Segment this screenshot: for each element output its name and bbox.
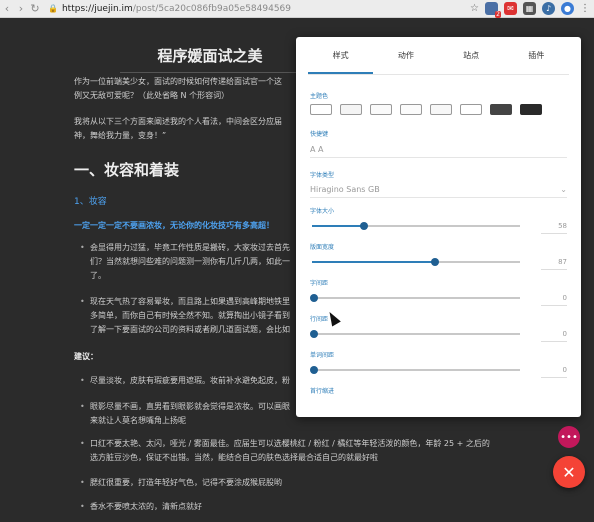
subsection-heading: 1、妆容 — [74, 197, 107, 207]
slider-track — [310, 294, 520, 302]
music-extension-icon[interactable]: ♪ — [542, 2, 555, 15]
indent-label: 首行缩进 — [310, 388, 335, 395]
font-size-label: 字体大小 — [310, 208, 335, 215]
list-item-line: 尽量淡妆，皮肤有瑕疵要用遮瑕。妆前补水避免起皮，粉 — [90, 376, 290, 385]
theme-swatch-black[interactable] — [520, 104, 542, 115]
list-item: 现在天气热了容易晕妆，而且路上如果遇到高峰期地铁里 多简单，而你自己有时候全然不… — [80, 295, 290, 337]
list-item-line: 选方脏豆沙色，保证不出错。当然，能结合自己的肤色选择最合适自己的就最好啦 — [90, 453, 378, 462]
list-item-line: 眼影尽量不画，直男看到眼影就会觉得是浓妆。可以画眼 — [90, 402, 290, 411]
letter-spacing-label: 字间距 — [310, 280, 329, 287]
font-size-slider[interactable]: 58 — [310, 218, 567, 234]
font-size-value[interactable]: 58 — [541, 218, 567, 234]
slider-knob[interactable] — [310, 330, 318, 338]
font-type-label: 字体类型 — [310, 172, 335, 179]
list-item-line: 口红不要太艳、太闪，哑光 / 雾面最佳。应届生可以选樱桃红 / 粉红 / 橘红等… — [90, 439, 490, 448]
section-heading: 一、妆容和着装 — [74, 161, 180, 179]
word-spacing-value[interactable]: 0 — [541, 362, 567, 378]
address-bar[interactable]: 🔒 https://juejin.im /post/5ca20c086fb9a0… — [48, 4, 291, 14]
slider-knob[interactable] — [310, 294, 318, 302]
layout-width-slider[interactable]: 87 — [310, 254, 567, 270]
slider-knob[interactable] — [310, 366, 318, 374]
slider-track — [312, 222, 520, 230]
word-spacing-label: 单词间距 — [310, 352, 335, 359]
list-item-line: 腮红很重要，打造年轻好气色，记得不要涂成猴屁股哟 — [90, 478, 282, 487]
settings-tabs: 样式 动作 站点 插件 — [308, 37, 569, 75]
theme-swatch-white[interactable] — [310, 104, 332, 115]
tab-style[interactable]: 样式 — [308, 37, 374, 74]
theme-swatch-cream[interactable] — [370, 104, 392, 115]
highlight-text: 一定一定一定不要画浓妆，无论你的化妆技巧有多高超！ — [74, 221, 274, 230]
profile-icon[interactable]: ● — [561, 2, 574, 15]
reader-settings-panel: 样式 动作 站点 插件 主题色 快捷键 A A 字体类型 Hiragino Sa… — [296, 37, 581, 417]
font-type-value: Hiragino Sans GB — [310, 185, 380, 194]
close-icon[interactable]: ✕ — [553, 456, 585, 488]
list-item: 口红不要太艳、太闪，哑光 / 雾面最佳。应届生可以选樱桃红 / 粉红 / 橘红等… — [80, 437, 490, 465]
extension-icon[interactable]: 2 — [485, 2, 501, 18]
list-item: 会显得用力过猛，毕竟工作性质是搬砖，大家妆过去首先 们？当然就想问些难的问题测一… — [80, 241, 290, 283]
tab-actions[interactable]: 动作 — [373, 37, 438, 74]
list-item-line: 现在天气热了容易晕妆，而且路上如果遇到高峰期地铁里 — [90, 297, 290, 306]
line-spacing-value[interactable]: 0 — [541, 326, 567, 342]
forward-icon[interactable]: › — [14, 2, 28, 16]
intro-line-3: 我将从以下三个方面来阐述我的个人看法，中间会区分应届 — [74, 117, 282, 126]
suggestion-heading: 建议： — [74, 352, 98, 361]
star-icon[interactable]: ☆ — [470, 3, 479, 14]
layout-width-value[interactable]: 87 — [541, 254, 567, 270]
notes-extension-icon[interactable]: ▦ — [523, 2, 536, 15]
theme-swatch-dark[interactable] — [490, 104, 512, 115]
theme-color-label: 主题色 — [310, 93, 329, 100]
intro-line-4: 神，舞给我力量，变身！” — [74, 131, 167, 140]
slider-knob[interactable] — [359, 222, 368, 230]
theme-swatch-snow[interactable] — [460, 104, 482, 115]
list-item-line: 会显得用力过猛，毕竟工作性质是搬砖，大家妆过去首先 — [90, 243, 290, 252]
theme-swatch-mist[interactable] — [430, 104, 452, 115]
list-item: 尽量淡妆，皮肤有瑕疵要用遮瑕。妆前补水避免起皮，粉 — [80, 374, 290, 388]
font-type-select[interactable]: Hiragino Sans GB ⌄ — [310, 182, 567, 198]
layout-width-label: 版面宽度 — [310, 244, 335, 251]
slider-fill — [312, 225, 362, 227]
shortcut-label: 快捷键 — [310, 131, 329, 138]
slider-track — [312, 258, 520, 266]
list-item-line: 多简单，而你自己有时候全然不知。就算掏出小镜子看到 — [90, 311, 290, 320]
back-icon[interactable]: ‹ — [0, 2, 14, 16]
list-item: 眼影尽量不画，直男看到眼影就会觉得是浓妆。可以画眼 来就让人莫名想嘴角上扬呢 — [80, 400, 290, 428]
extension-badge: 2 — [495, 11, 501, 18]
theme-swatch-paper[interactable] — [400, 104, 422, 115]
chevron-down-icon: ⌄ — [560, 185, 567, 194]
list-item-line: 了解一下要面试的公司的资料或者刷几道面试题，会比如 — [90, 325, 290, 334]
reload-icon[interactable]: ↻ — [28, 2, 42, 16]
url-path: /post/5ca20c086fb9a05e58494569 — [132, 3, 292, 14]
letter-spacing-value[interactable]: 0 — [541, 290, 567, 306]
mail-extension-icon[interactable]: ✉ — [504, 2, 517, 15]
intro-line-1: 作为一位前端美少女，面试的时候如何传递给面试官一个这 — [74, 77, 282, 86]
letter-spacing-slider[interactable]: 0 — [310, 290, 567, 306]
slider-track — [310, 330, 520, 338]
shortcut-input[interactable]: A A — [310, 142, 567, 158]
url-host: https://juejin.im — [61, 3, 133, 14]
list-item-line: 香水不要喷太浓的，清新点就好 — [90, 502, 202, 511]
browser-toolbar: ‹ › ↻ 🔒 https://juejin.im /post/5ca20c08… — [0, 0, 594, 18]
list-item-line: 了。 — [90, 271, 106, 280]
list-item-line: 来就让人莫名想嘴角上扬呢 — [90, 416, 186, 425]
list-item: 腮红很重要，打造年轻好气色，记得不要涂成猴屁股哟 — [80, 476, 282, 490]
more-icon[interactable]: ••• — [558, 426, 580, 448]
slider-track — [310, 366, 520, 374]
line-spacing-slider[interactable]: 0 — [310, 326, 567, 342]
slider-knob[interactable] — [430, 258, 439, 266]
tab-plugins[interactable]: 插件 — [504, 37, 569, 74]
word-spacing-slider[interactable]: 0 — [310, 362, 567, 378]
slider-fill — [312, 261, 433, 263]
lock-icon: 🔒 — [48, 4, 58, 13]
theme-swatch-light[interactable] — [340, 104, 362, 115]
menu-icon[interactable]: ⋮ — [580, 3, 590, 14]
line-spacing-label: 行间距 — [310, 316, 329, 323]
intro-line-2: 例又无敌可爱呢？（此处省略 N 个形容词） — [74, 91, 230, 100]
tab-sites[interactable]: 站点 — [439, 37, 504, 74]
list-item: 香水不要喷太浓的，清新点就好 — [80, 500, 202, 514]
theme-color-swatches — [310, 104, 581, 115]
list-item-line: 们？当然就想问些难的问题测一测你有几斤几两，如此一 — [90, 257, 290, 266]
